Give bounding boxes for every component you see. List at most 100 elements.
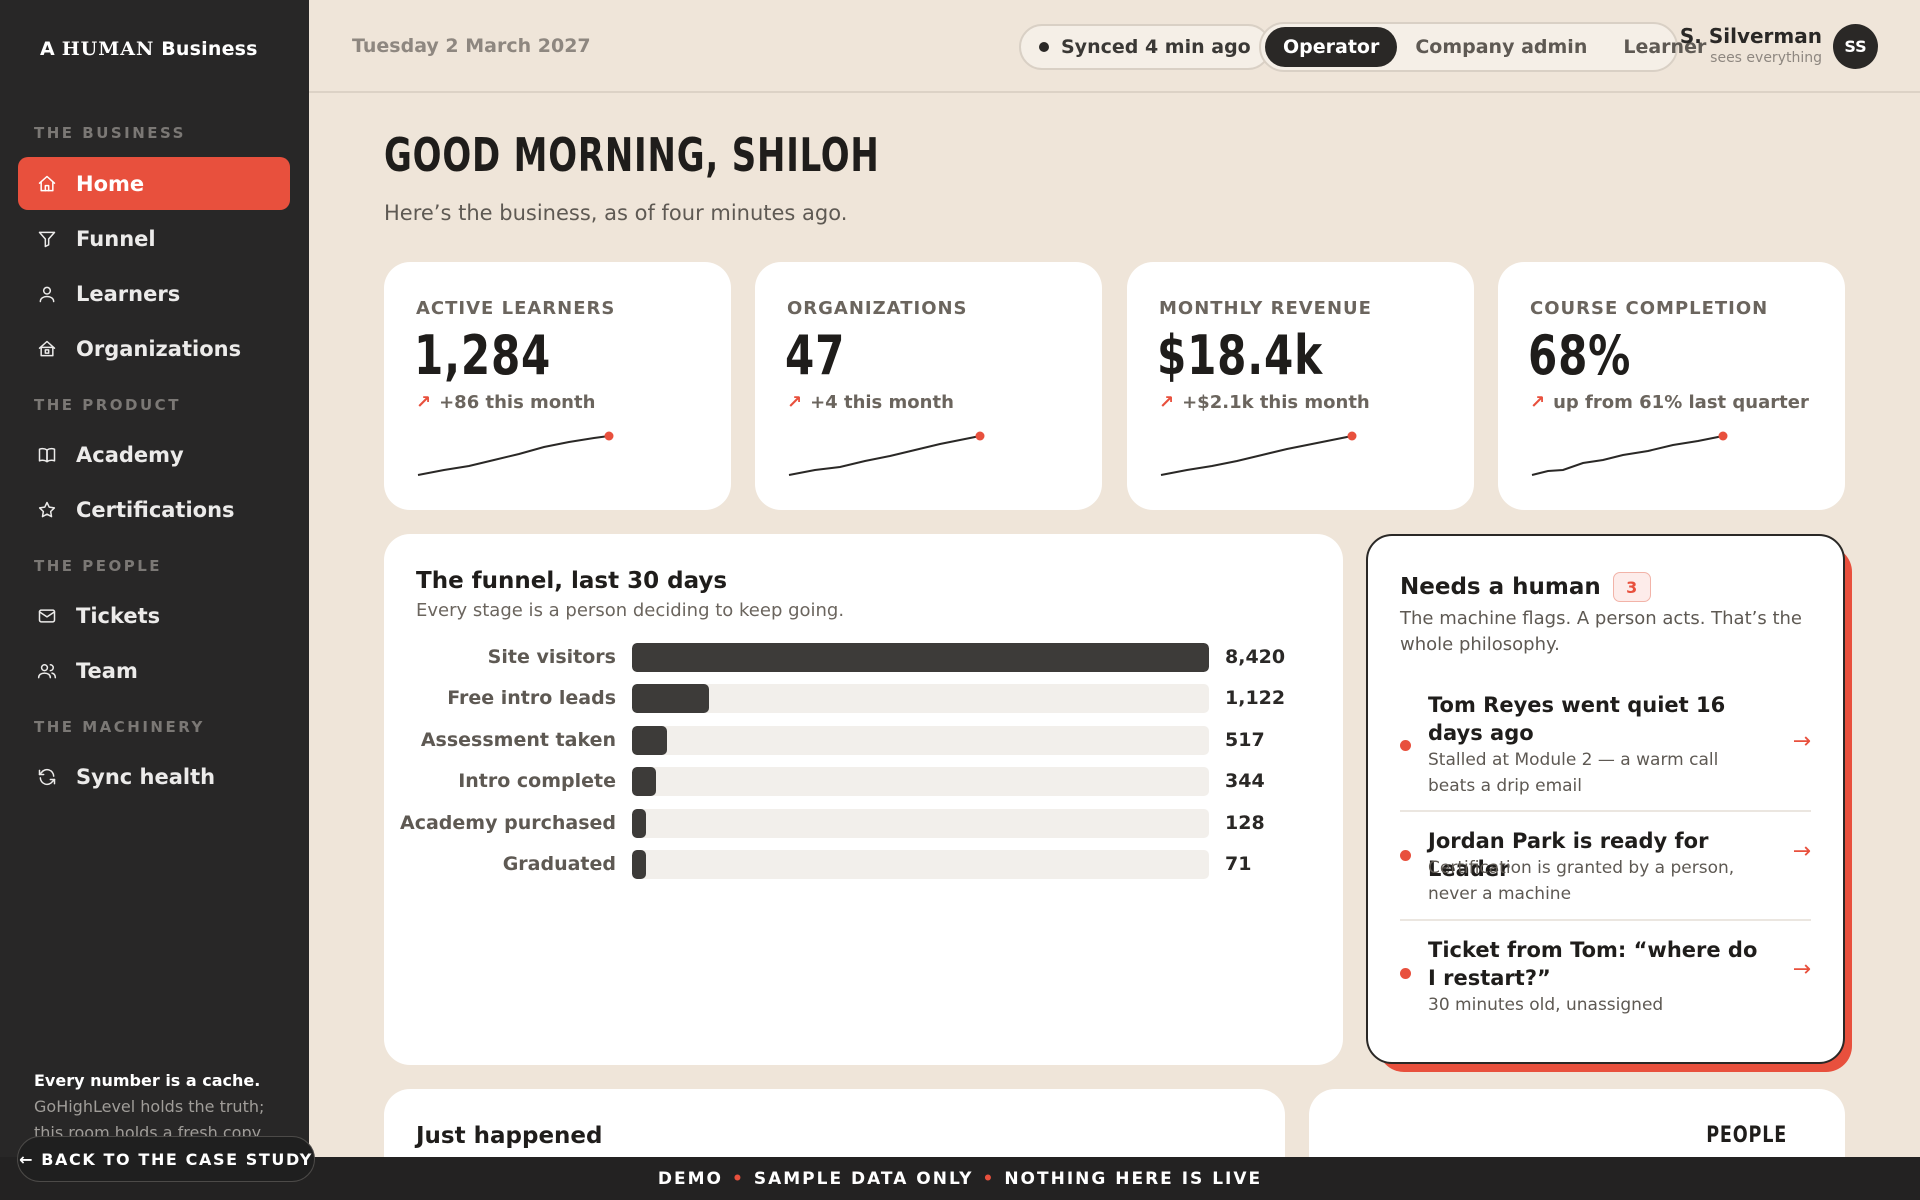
flag-title: Tom Reyes went quiet 16 days ago xyxy=(1428,693,1726,745)
sidebar-item-team[interactable]: Team xyxy=(18,644,290,697)
section-the-machinery: THE MACHINERY xyxy=(34,718,205,736)
kpi-label: ORGANIZATIONS xyxy=(787,298,968,319)
filter-icon xyxy=(36,228,58,250)
flag-item[interactable]: Ticket from Tom: “where do I restart?” 3… xyxy=(1400,936,1811,1026)
sidebar-item-label: Academy xyxy=(76,442,184,467)
flag-item[interactable]: Tom Reyes went quiet 16 days ago Stalled… xyxy=(1400,691,1811,801)
book-icon xyxy=(36,444,58,466)
kpi-delta-text: +4 this month xyxy=(810,392,954,413)
sidebar-item-organizations[interactable]: Organizations xyxy=(18,322,290,375)
section-the-product: THE PRODUCT xyxy=(34,396,181,414)
funnel-bar-track xyxy=(632,767,1209,797)
sparkline-end-dot xyxy=(975,431,985,441)
divider xyxy=(1400,810,1811,812)
sync-status[interactable]: Synced 4 min ago xyxy=(1019,24,1271,70)
role-company-admin[interactable]: Company admin xyxy=(1397,27,1605,67)
funnel-title: The funnel, last 30 days xyxy=(416,568,728,594)
flag-item[interactable]: Jordan Park is ready for Leader Certific… xyxy=(1400,827,1811,907)
kpi-card-organizations[interactable]: ORGANIZATIONS 47 ↗ +4 this month xyxy=(755,262,1102,510)
arrow-right-icon[interactable]: → xyxy=(1793,729,1811,754)
kpi-card-course-completion[interactable]: COURSE COMPLETION 68% ↗ up from 61% last … xyxy=(1498,262,1845,510)
needs-human-card: Needs a human 3 The machine flags. A per… xyxy=(1366,534,1845,1064)
funnel-stage-value: 71 xyxy=(1225,853,1252,875)
star-icon xyxy=(36,499,58,521)
sidebar-item-learners[interactable]: Learners xyxy=(18,267,290,320)
sidebar-note-title: Every number is a cache. xyxy=(34,1071,261,1090)
sparkline-line xyxy=(1160,435,1353,476)
sparkline-line xyxy=(788,435,981,476)
sidebar-item-certifications[interactable]: Certifications xyxy=(18,483,290,536)
brand-logo[interactable]: A HUMAN Business xyxy=(40,38,258,60)
kpi-card-active-learners[interactable]: ACTIVE LEARNERS 1,284 ↗ +86 this month xyxy=(384,262,731,510)
kpi-delta: ↗ +$2.1k this month xyxy=(1159,392,1370,413)
role-operator[interactable]: Operator xyxy=(1265,27,1398,67)
kpi-label: MONTHLY REVENUE xyxy=(1159,298,1372,319)
flag-desc: Stalled at Module 2 — a warm call beats … xyxy=(1428,750,1719,796)
trend-up-icon: ↗ xyxy=(1159,392,1175,413)
funnel-row: Graduated 71 xyxy=(384,850,1343,880)
user-info[interactable]: S. Silverman sees everything xyxy=(1680,24,1822,66)
sparkline-end-dot xyxy=(1347,431,1357,441)
kpi-delta-text: +$2.1k this month xyxy=(1182,392,1370,413)
sidebar-note: Every number is a cache. GoHighLevel hol… xyxy=(34,1068,284,1140)
back-to-case-study-button[interactable]: ← BACK TO THE CASE STUDY xyxy=(17,1136,315,1182)
current-date: Tuesday 2 March 2027 xyxy=(352,35,591,57)
sidebar-item-academy[interactable]: Academy xyxy=(18,428,290,481)
kpi-delta: ↗ +86 this month xyxy=(416,392,595,413)
section-the-people: THE PEOPLE xyxy=(34,557,163,575)
funnel-stage-label: Academy purchased xyxy=(400,811,616,834)
count-badge: 3 xyxy=(1612,572,1651,602)
needs-human-title-text: Needs a human xyxy=(1400,574,1601,600)
funnel-bar xyxy=(632,850,646,879)
divider xyxy=(1400,919,1811,921)
page-title: GOOD MORNING, SHILOH xyxy=(384,128,880,182)
sidebar: A HUMAN Business THE BUSINESS Home Funne… xyxy=(0,0,309,1200)
topbar: Tuesday 2 March 2027 Synced 4 min ago Op… xyxy=(309,0,1920,93)
role-switcher: Operator Company admin Learner xyxy=(1259,22,1706,72)
flag-desc: 30 minutes old, unassigned xyxy=(1428,995,1664,1015)
funnel-bar-track xyxy=(632,725,1209,755)
user-role-note: sees everything xyxy=(1710,50,1822,66)
arrow-right-icon[interactable]: → xyxy=(1793,839,1811,864)
separator-dot: • xyxy=(731,1168,745,1189)
funnel-stage-value: 8,420 xyxy=(1225,646,1286,668)
sidebar-item-label: Home xyxy=(76,171,145,196)
funnel-bar xyxy=(632,767,656,797)
sidebar-note-body: GoHighLevel holds the truth; this room h… xyxy=(34,1097,265,1140)
avatar[interactable]: SS xyxy=(1833,24,1878,69)
mail-icon xyxy=(36,605,58,627)
arrow-right-icon[interactable]: → xyxy=(1793,957,1811,982)
sidebar-item-label: Funnel xyxy=(76,226,156,251)
funnel-stage-value: 517 xyxy=(1225,728,1265,751)
funnel-stage-label: Free intro leads xyxy=(447,687,616,710)
needs-human-title: Needs a human 3 xyxy=(1400,572,1651,602)
funnel-row: Intro complete 344 xyxy=(384,767,1343,797)
sidebar-item-sync-health[interactable]: Sync health xyxy=(18,750,290,803)
kpi-card-monthly-revenue[interactable]: MONTHLY REVENUE $18.4k ↗ +$2.1k this mont… xyxy=(1127,262,1474,510)
sparkline xyxy=(1531,431,1728,476)
building-icon xyxy=(36,338,58,360)
sidebar-item-funnel[interactable]: Funnel xyxy=(18,212,290,265)
funnel-bar xyxy=(632,725,668,755)
sidebar-item-tickets[interactable]: Tickets xyxy=(18,589,290,642)
kpi-value: $18.4k xyxy=(1157,324,1323,387)
kpi-delta: ↗ up from 61% last quarter xyxy=(1530,392,1809,413)
trend-up-icon: ↗ xyxy=(416,392,432,413)
sidebar-item-home[interactable]: Home xyxy=(18,157,290,210)
alert-dot-icon xyxy=(1400,740,1411,751)
kpi-label: COURSE COMPLETION xyxy=(1530,298,1769,319)
funnel-bar-track xyxy=(632,808,1209,838)
funnel-bar xyxy=(632,684,709,714)
sidebar-item-label: Tickets xyxy=(76,603,161,628)
funnel-row: Assessment taken 517 xyxy=(384,725,1343,756)
sidebar-item-label: Organizations xyxy=(76,336,242,361)
separator-dot: • xyxy=(982,1168,996,1189)
funnel-row: Academy purchased 128 xyxy=(384,808,1343,839)
kpi-label: ACTIVE LEARNERS xyxy=(416,298,616,319)
kpi-value: 47 xyxy=(785,324,846,387)
page-subtitle: Here’s the business, as of four minutes … xyxy=(384,201,848,225)
funnel-row: Site visitors 8,420 xyxy=(384,643,1343,673)
home-icon xyxy=(36,173,58,195)
funnel-stage-label: Graduated xyxy=(502,853,616,875)
funnel-bar xyxy=(632,808,646,838)
